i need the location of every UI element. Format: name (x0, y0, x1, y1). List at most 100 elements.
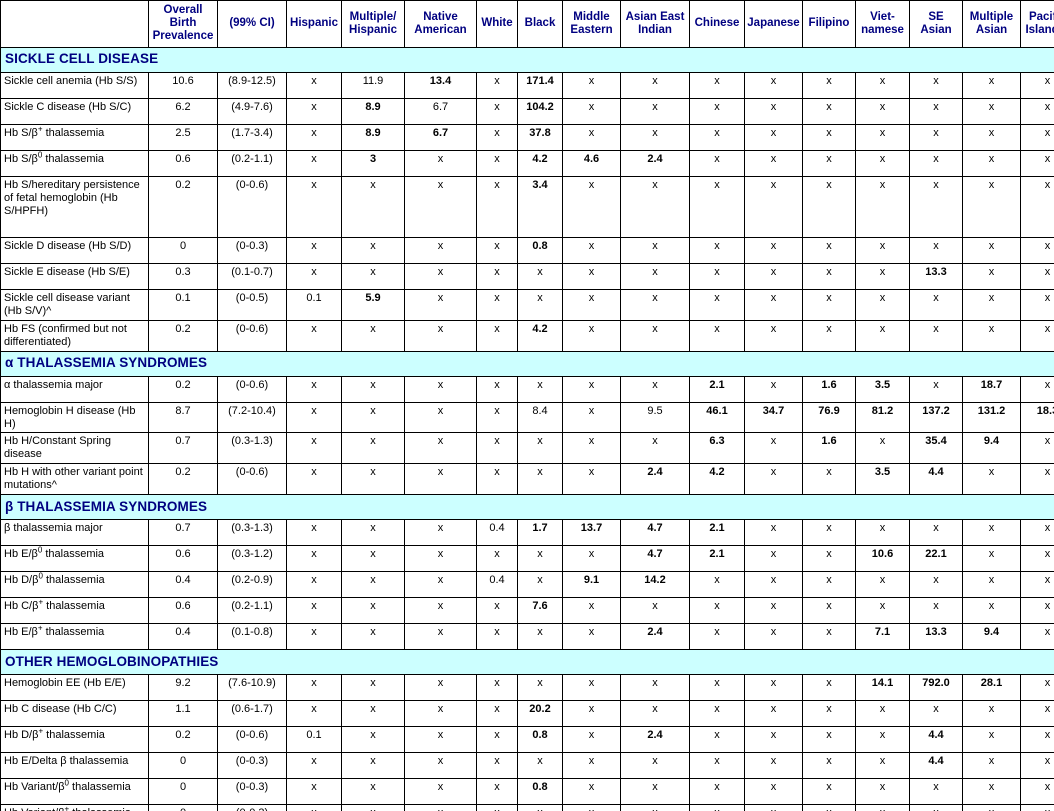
cell-multia: x (962, 752, 1021, 780)
cell-mideast: x (562, 804, 621, 811)
column-header-hisp: Hispanic (286, 0, 342, 48)
cell-ci: (0.1-0.7) (217, 262, 287, 290)
cell-viet: x (855, 432, 910, 465)
cell-multih: x (341, 319, 405, 352)
cell-black: x (517, 571, 563, 599)
column-header-multih: Multiple/Hispanic (341, 0, 405, 48)
cell-sea: 137.2 (909, 401, 963, 434)
cell-mideast: x (562, 123, 621, 151)
cell-pacis: x (1020, 375, 1054, 403)
cell-mideast: x (562, 463, 621, 496)
cell-black: 4.2 (517, 149, 563, 177)
cell-chin: x (689, 700, 745, 728)
cell-chin: x (689, 674, 745, 702)
cell-filip: x (802, 804, 856, 811)
cell-mideast: x (562, 545, 621, 573)
cell-white: x (476, 597, 518, 625)
table-body: SICKLE CELL DISEASE Sickle cell anemia (H… (0, 46, 1054, 811)
cell-japan: x (744, 463, 803, 496)
table-row: Hb Variant/β0 thalassemia 0 (0-0.3) x x x x 0.8… (0, 778, 1054, 806)
table-row: Hemoglobin EE (Hb E/E) 9.2 (7.6-10.9) x x x x x… (0, 674, 1054, 702)
cell-sea: x (909, 123, 963, 151)
cell-prev: 0.6 (148, 597, 218, 625)
row-label: Hb Variant/β0 thalassemia (0, 778, 149, 806)
cell-hisp: x (286, 571, 342, 599)
cell-filip: 76.9 (802, 401, 856, 434)
cell-multih: x (341, 175, 405, 238)
cell-multia: x (962, 726, 1021, 754)
cell-ci: (0.6-1.7) (217, 700, 287, 728)
cell-pacis: x (1020, 545, 1054, 573)
cell-chin: x (689, 319, 745, 352)
cell-sea: x (909, 375, 963, 403)
cell-white: x (476, 288, 518, 321)
row-label: β thalassemia major (0, 519, 149, 547)
cell-chin: x (689, 778, 745, 806)
cell-multih: x (341, 519, 405, 547)
table-row: Hb D/β+ thalassemia 0.2 (0-0.6) 0.1 x x x 0.8 x 2… (0, 726, 1054, 754)
cell-hisp: x (286, 804, 342, 811)
table-row: Hb Variant/β+ thalassemia0(0-0.3)xxxxxxx… (0, 804, 1054, 811)
cell-viet: 3.5 (855, 463, 910, 496)
cell-hisp: x (286, 700, 342, 728)
cell-pacis: x (1020, 149, 1054, 177)
cell-japan: x (744, 752, 803, 780)
cell-viet: x (855, 519, 910, 547)
cell-multia: x (962, 262, 1021, 290)
section-header-row: OTHER HEMOGLOBINOPATHIES (0, 649, 1054, 676)
cell-viet: x (855, 597, 910, 625)
cell-prev: 0.2 (148, 375, 218, 403)
cell-natam: x (404, 674, 477, 702)
row-label: Hb C disease (Hb C/C) (0, 700, 149, 728)
cell-pacis: x (1020, 97, 1054, 125)
cell-multih: 5.9 (341, 288, 405, 321)
column-header-white: White (476, 0, 518, 48)
cell-pacis: x (1020, 262, 1054, 290)
cell-mideast: 13.7 (562, 519, 621, 547)
cell-hisp: 0.1 (286, 726, 342, 754)
row-label: Hemoglobin EE (Hb E/E) (0, 674, 149, 702)
cell-japan: x (744, 804, 803, 811)
cell-chin: x (689, 97, 745, 125)
cell-pacis: x (1020, 778, 1054, 806)
cell-hisp: x (286, 97, 342, 125)
cell-natam: x (404, 175, 477, 238)
table-row: Sickle E disease (Hb S/E) 0.3 (0.1-0.7) x x x… (0, 262, 1054, 290)
cell-japan: x (744, 623, 803, 651)
cell-japan: x (744, 319, 803, 352)
column-header-natam: Native American (404, 0, 477, 48)
cell-prev: 0.2 (148, 175, 218, 238)
cell-chin: x (689, 175, 745, 238)
cell-white: x (476, 236, 518, 264)
cell-ci: (0-0.6) (217, 463, 287, 496)
cell-ci: (0.2-1.1) (217, 149, 287, 177)
cell-prev: 8.7 (148, 401, 218, 434)
cell-filip: x (802, 149, 856, 177)
cell-multia: 18.7 (962, 375, 1021, 403)
cell-viet: x (855, 97, 910, 125)
cell-prev: 0.2 (148, 463, 218, 496)
table-row: Hb E/Delta β thalassemia 0 (0-0.3) x x x x x x x x… (0, 752, 1054, 780)
table-row: Hb S/β+ thalassemia 2.5 (1.7-3.4) x 8.9 6.7 x 3… (0, 123, 1054, 151)
cell-multih: x (341, 463, 405, 496)
cell-pacis: x (1020, 123, 1054, 151)
cell-aei: x (620, 262, 690, 290)
cell-hisp: x (286, 123, 342, 151)
cell-white: x (476, 149, 518, 177)
section-title: α THALASSEMIA SYNDROMES (0, 350, 1054, 377)
cell-multia: x (962, 700, 1021, 728)
cell-white: x (476, 752, 518, 780)
row-label: Hb E/Delta β thalassemia (0, 752, 149, 780)
row-label: Sickle cell anemia (Hb S/S) (0, 71, 149, 99)
cell-black: 7.6 (517, 597, 563, 625)
cell-ci: (7.2-10.4) (217, 401, 287, 434)
cell-aei: 14.2 (620, 571, 690, 599)
cell-multia: 9.4 (962, 623, 1021, 651)
cell-natam: x (404, 597, 477, 625)
cell-white: x (476, 463, 518, 496)
cell-black: x (517, 752, 563, 780)
cell-viet: 3.5 (855, 375, 910, 403)
cell-hisp: x (286, 674, 342, 702)
cell-multia: 131.2 (962, 401, 1021, 434)
cell-black: 1.7 (517, 519, 563, 547)
